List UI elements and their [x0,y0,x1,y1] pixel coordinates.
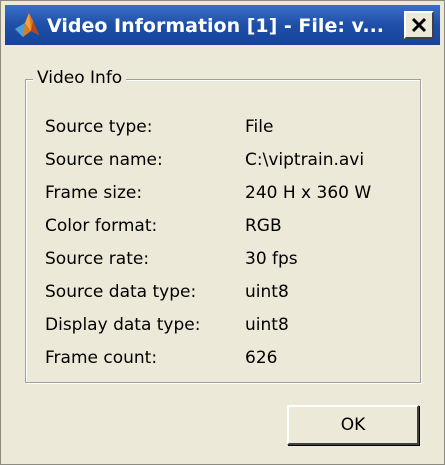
info-row-frame-count: Frame count: 626 [45,346,415,370]
video-information-dialog: Video Information [1] - File: v... Video… [0,0,445,465]
info-value: C:\viptrain.avi [245,150,365,170]
info-row-source-rate: Source rate: 30 fps [45,247,415,271]
info-label: Source type: [45,117,153,137]
info-label: Display data type: [45,315,201,335]
info-label: Frame count: [45,348,158,368]
ok-button[interactable]: OK [287,405,419,445]
window-title: Video Information [1] - File: v... [47,15,385,37]
info-row-frame-size: Frame size: 240 H x 360 W [45,181,415,205]
close-icon [411,17,427,33]
info-label: Source name: [45,150,163,170]
title-bar[interactable]: Video Information [1] - File: v... [5,5,440,45]
info-label: Source rate: [45,249,150,269]
info-value: uint8 [245,282,289,302]
info-row-source-data-type: Source data type: uint8 [45,280,415,304]
close-button[interactable] [404,11,434,39]
info-row-source-type: Source type: File [45,115,415,139]
info-row-source-name: Source name: C:\viptrain.avi [45,148,415,172]
info-label: Source data type: [45,282,197,302]
info-value: 30 fps [245,249,298,269]
info-row-color-format: Color format: RGB [45,214,415,238]
matlab-logo-icon [15,13,39,37]
info-value: RGB [245,216,282,236]
info-value: 626 [245,348,278,368]
video-info-group-title: Video Info [33,67,127,89]
info-label: Color format: [45,216,158,236]
info-value: uint8 [245,315,289,335]
info-row-display-data-type: Display data type: uint8 [45,313,415,337]
info-label: Frame size: [45,183,143,203]
info-value: 240 H x 360 W [245,183,372,203]
info-value: File [245,117,274,137]
